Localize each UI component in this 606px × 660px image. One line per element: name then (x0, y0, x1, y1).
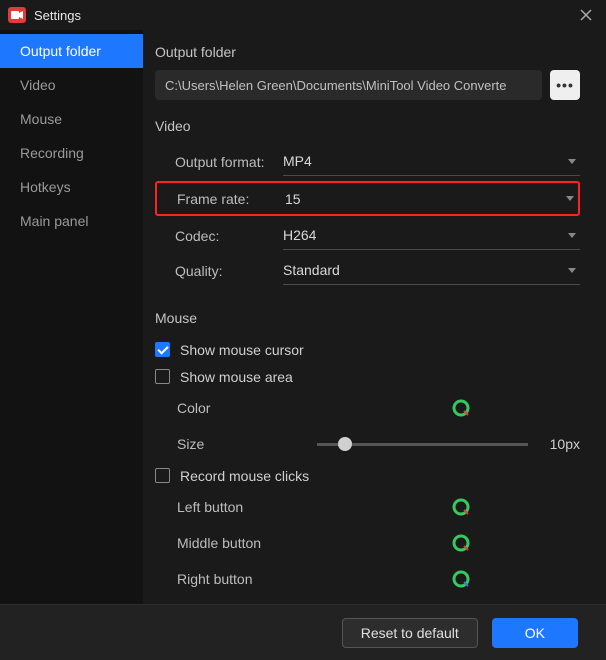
checkbox-show-area[interactable] (155, 369, 170, 384)
color-right-button[interactable] (452, 570, 470, 588)
footer: Reset to default OK (0, 604, 606, 660)
browse-button[interactable]: ••• (550, 70, 580, 100)
label-middle-button: Middle button (177, 535, 317, 551)
label-left-button: Left button (177, 499, 317, 515)
checkbox-show-cursor[interactable] (155, 342, 170, 357)
close-icon (580, 9, 592, 21)
select-codec[interactable]: H264 (283, 222, 580, 250)
app-icon (8, 7, 26, 23)
ok-button[interactable]: OK (492, 618, 578, 648)
sidebar: Output folder Video Mouse Recording Hotk… (0, 30, 143, 604)
titlebar: Settings (0, 0, 606, 30)
sidebar-item-hotkeys[interactable]: Hotkeys (0, 170, 143, 204)
section-video: Video (155, 118, 580, 134)
label-show-area: Show mouse area (180, 369, 293, 385)
slider-thumb[interactable] (338, 437, 352, 451)
chevron-down-icon (566, 196, 574, 201)
color-ring-icon (452, 570, 470, 588)
size-slider[interactable] (317, 443, 528, 446)
color-swatch[interactable] (452, 399, 470, 417)
chevron-down-icon (568, 233, 576, 238)
select-quality[interactable]: Standard (283, 257, 580, 285)
window-title: Settings (34, 8, 574, 23)
sidebar-item-output-folder[interactable]: Output folder (0, 34, 143, 68)
output-path-input[interactable]: C:\Users\Helen Green\Documents\MiniTool … (155, 70, 542, 100)
sidebar-item-mouse[interactable]: Mouse (0, 102, 143, 136)
close-button[interactable] (574, 3, 598, 27)
settings-window: Settings Output folder Video Mouse Recor… (0, 0, 606, 660)
ellipsis-icon: ••• (556, 77, 574, 93)
section-output-folder: Output folder (155, 44, 580, 60)
row-quality: Quality: Standard (155, 253, 580, 288)
content: Output folder C:\Users\Helen Green\Docum… (143, 30, 606, 604)
section-mouse: Mouse (155, 310, 580, 326)
label-show-cursor: Show mouse cursor (180, 342, 304, 358)
reset-button[interactable]: Reset to default (342, 618, 478, 648)
body: Output folder Video Mouse Recording Hotk… (0, 30, 606, 604)
color-ring-icon (452, 399, 470, 417)
color-left-button[interactable] (452, 498, 470, 516)
select-frame-rate[interactable]: 15 (285, 185, 578, 213)
row-frame-rate: Frame rate: 15 (155, 181, 580, 216)
label-right-button: Right button (177, 571, 317, 587)
sidebar-item-recording[interactable]: Recording (0, 136, 143, 170)
chevron-down-icon (568, 268, 576, 273)
label-color: Color (177, 400, 317, 416)
color-ring-icon (452, 498, 470, 516)
color-middle-button[interactable] (452, 534, 470, 552)
color-ring-icon (452, 534, 470, 552)
chevron-down-icon (568, 159, 576, 164)
checkbox-record-clicks[interactable] (155, 468, 170, 483)
row-codec: Codec: H264 (155, 218, 580, 253)
size-value: 10px (540, 436, 580, 452)
label-size: Size (177, 436, 317, 452)
label-record-clicks: Record mouse clicks (180, 468, 309, 484)
sidebar-item-main-panel[interactable]: Main panel (0, 204, 143, 238)
label-output-format: Output format: (155, 154, 283, 170)
row-output-format: Output format: MP4 (155, 144, 580, 179)
label-codec: Codec: (155, 228, 283, 244)
label-frame-rate: Frame rate: (157, 191, 285, 207)
select-output-format[interactable]: MP4 (283, 148, 580, 176)
sidebar-item-video[interactable]: Video (0, 68, 143, 102)
label-quality: Quality: (155, 263, 283, 279)
